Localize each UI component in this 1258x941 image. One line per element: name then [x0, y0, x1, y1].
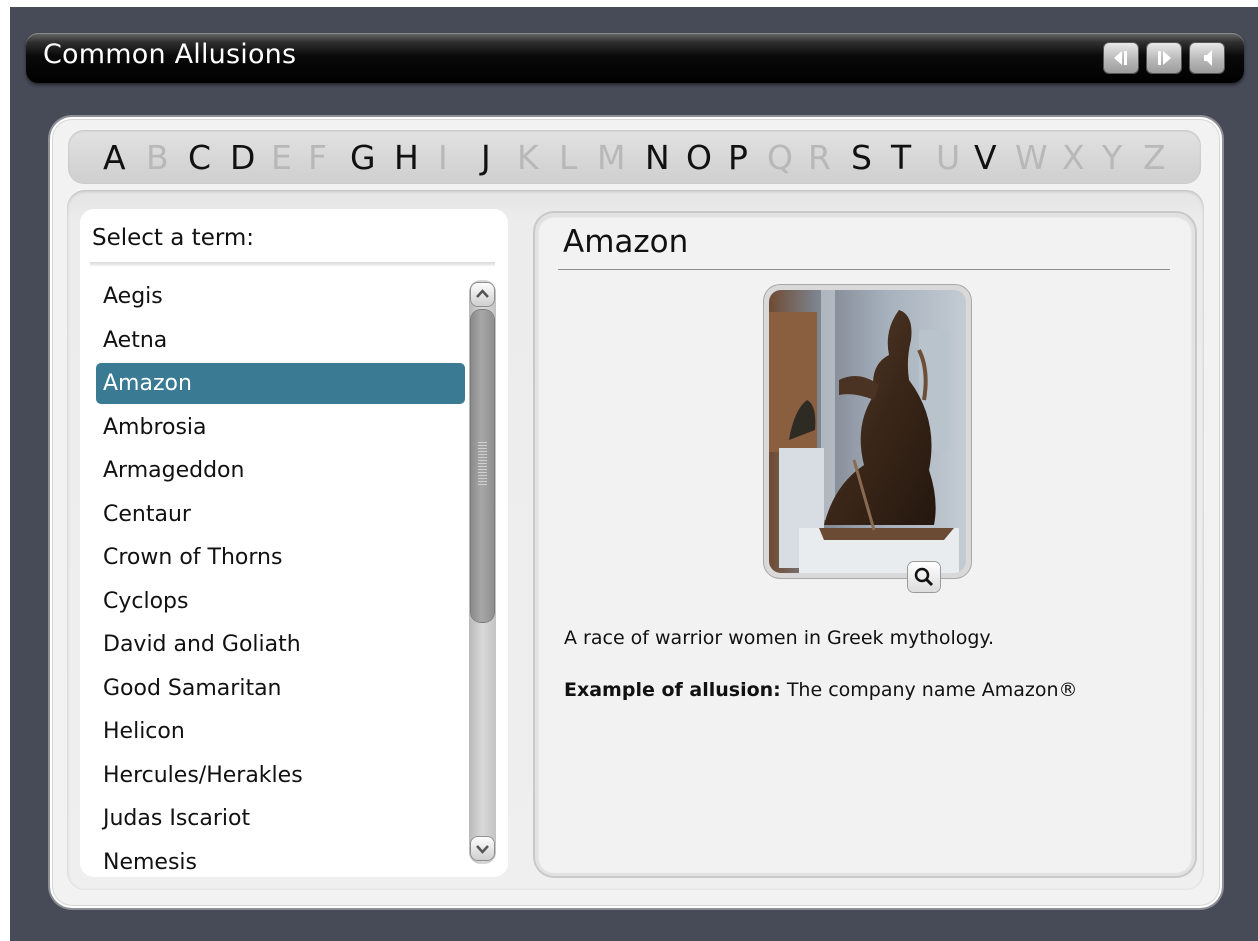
letter-a[interactable]: A — [103, 138, 126, 178]
list-item[interactable]: David and Goliath — [96, 624, 465, 665]
list-item[interactable]: Nemesis — [96, 842, 465, 874]
zoom-button[interactable] — [908, 562, 940, 592]
list-item[interactable]: Good Samaritan — [96, 668, 465, 709]
letter-h[interactable]: H — [394, 138, 419, 178]
letter-m: M — [597, 138, 626, 177]
scrollbar-thumb[interactable] — [471, 310, 494, 622]
letter-x: X — [1062, 138, 1085, 177]
chevron-up-icon — [476, 289, 489, 298]
audio-button[interactable] — [1190, 43, 1224, 73]
term-definition: A race of warrior women in Greek mytholo… — [564, 627, 994, 649]
letter-q: Q — [767, 138, 793, 177]
example-text: The company name Amazon® — [780, 679, 1078, 701]
scroll-down-button[interactable] — [471, 837, 494, 860]
letter-t[interactable]: T — [891, 138, 911, 178]
example-label: Example of allusion: — [564, 679, 781, 701]
letter-w: W — [1015, 138, 1048, 177]
letter-b: B — [146, 138, 169, 177]
list-item[interactable]: Ambrosia — [96, 407, 465, 448]
scroll-grip — [478, 442, 487, 486]
list-item[interactable]: Helicon — [96, 711, 465, 752]
letter-d[interactable]: D — [230, 138, 255, 178]
app-title: Common Allusions — [43, 39, 297, 70]
letter-v[interactable]: V — [974, 138, 997, 178]
letter-c[interactable]: C — [188, 138, 211, 178]
title-divider — [558, 269, 1170, 270]
allusion-example: Example of allusion: The company name Am… — [564, 679, 1078, 701]
term-title: Amazon — [563, 224, 689, 260]
speaker-icon — [1204, 50, 1212, 66]
next-button[interactable] — [1147, 43, 1181, 73]
term-image[interactable] — [769, 290, 966, 573]
list-item[interactable]: Armageddon — [96, 450, 465, 491]
letter-y: Y — [1102, 138, 1123, 177]
letter-s[interactable]: S — [851, 138, 872, 178]
term-list: Aegis Aetna Amazon Ambrosia Armageddon Centau… — [96, 276, 466, 873]
letter-p[interactable]: P — [728, 138, 748, 178]
letter-n[interactable]: N — [645, 138, 670, 178]
list-item[interactable]: Aetna — [96, 320, 465, 361]
list-item[interactable]: Judas Iscariot — [96, 798, 465, 839]
letter-u: U — [936, 138, 961, 177]
forward-icon — [1158, 51, 1171, 65]
letter-f: F — [308, 138, 327, 177]
list-item[interactable]: Cyclops — [96, 581, 465, 622]
previous-button[interactable] — [1104, 43, 1138, 73]
back-icon — [1114, 51, 1127, 65]
letter-i: I — [438, 138, 448, 177]
letter-j[interactable]: J — [481, 138, 491, 178]
letter-l: L — [559, 138, 578, 177]
list-item[interactable]: Hercules/Herakles — [96, 755, 465, 796]
list-divider — [90, 262, 495, 266]
chevron-down-icon — [476, 845, 489, 854]
list-item[interactable]: Crown of Thorns — [96, 537, 465, 578]
list-item[interactable]: Centaur — [96, 494, 465, 535]
title-bar: Common Allusions — [26, 33, 1244, 83]
list-heading: Select a term: — [92, 225, 255, 251]
letter-o[interactable]: O — [686, 138, 712, 178]
letter-z: Z — [1143, 138, 1166, 177]
scroll-up-button[interactable] — [471, 283, 494, 306]
list-item[interactable]: Amazon — [96, 363, 465, 404]
letter-g[interactable]: G — [350, 138, 376, 178]
letter-k: K — [517, 138, 539, 177]
letter-e: E — [271, 138, 292, 177]
list-item[interactable]: Aegis — [96, 276, 465, 317]
letter-r: R — [808, 138, 831, 177]
magnifier-icon — [914, 567, 934, 587]
image-frame — [764, 285, 971, 578]
